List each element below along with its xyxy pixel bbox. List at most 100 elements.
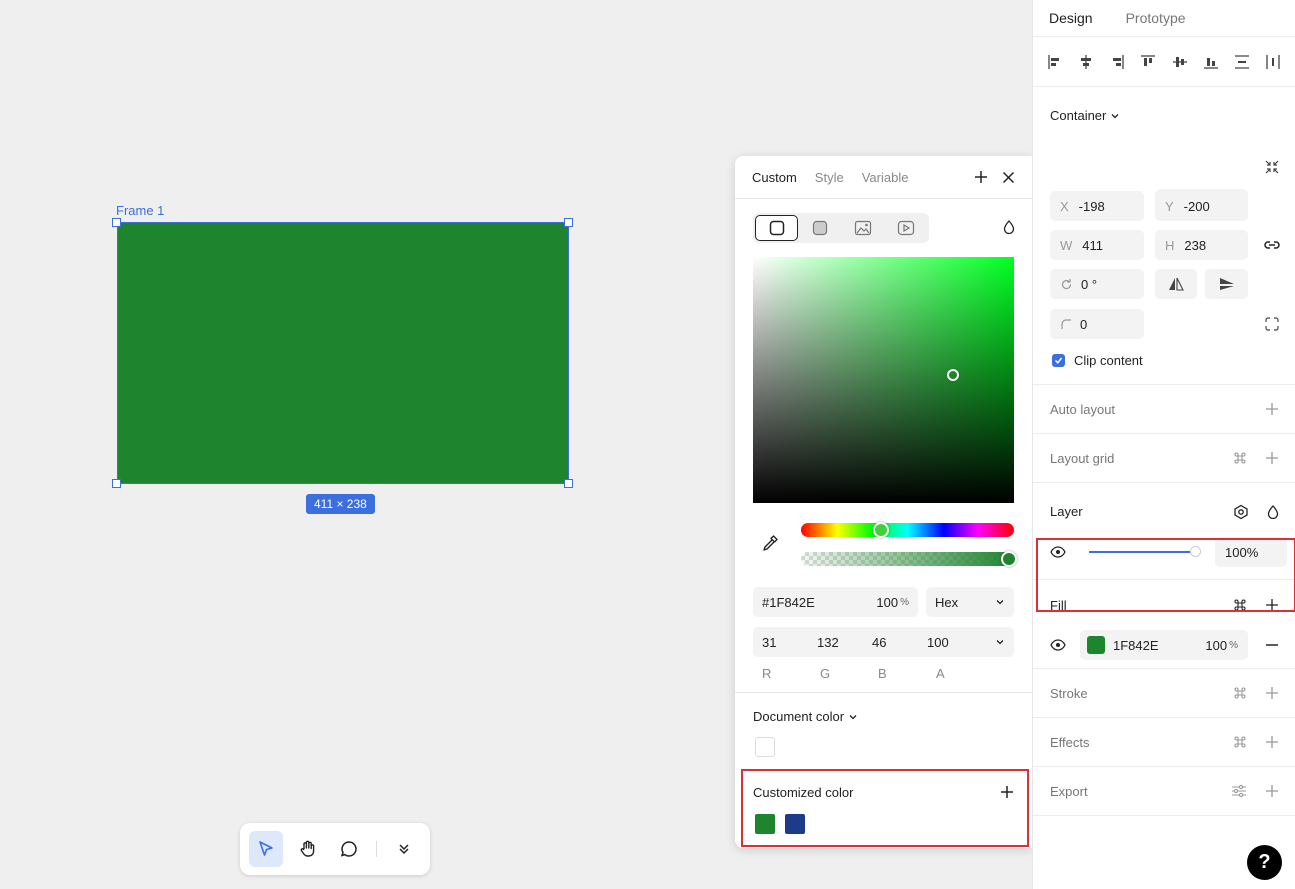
comment-tool-button[interactable] <box>333 831 367 867</box>
x-label: X <box>1060 198 1069 214</box>
alpha-slider-knob[interactable] <box>1001 551 1017 567</box>
fill-hex-value: 1F842E <box>1113 637 1159 653</box>
red-value[interactable]: 31 <box>762 635 817 650</box>
eyedropper-icon[interactable] <box>761 534 779 552</box>
stroke-title: Stroke <box>1050 686 1088 701</box>
corner-radius-input[interactable]: 0 <box>1050 309 1144 339</box>
tab-custom[interactable]: Custom <box>752 170 797 185</box>
resize-handle-bottom-left[interactable] <box>112 479 121 488</box>
align-top-icon[interactable] <box>1140 54 1156 70</box>
align-bottom-icon[interactable] <box>1203 54 1219 70</box>
command-icon[interactable] <box>1233 735 1247 749</box>
plus-icon[interactable] <box>1265 451 1279 465</box>
height-input[interactable]: H 238 <box>1155 230 1248 260</box>
container-label: Container <box>1050 108 1107 123</box>
blend-mode-icon[interactable] <box>1233 504 1249 520</box>
resize-handle-bottom-right[interactable] <box>564 479 573 488</box>
plus-icon[interactable] <box>1265 402 1279 416</box>
command-icon[interactable] <box>1233 686 1247 700</box>
command-icon[interactable] <box>1233 451 1247 465</box>
align-horizontal-center-icon[interactable] <box>1078 54 1094 70</box>
drop-icon[interactable] <box>1267 505 1279 519</box>
document-color-swatch[interactable] <box>755 737 775 757</box>
shrink-icon[interactable] <box>1265 160 1279 174</box>
sliders-icon[interactable] <box>1231 784 1247 798</box>
image-fill-button[interactable] <box>841 215 884 241</box>
align-vertical-center-icon[interactable] <box>1172 54 1188 70</box>
gradient-fill-button[interactable] <box>798 215 841 241</box>
saturation-value-area[interactable] <box>753 257 1014 503</box>
hex-value: #1F842E <box>762 594 815 610</box>
distribute-horizontal-icon[interactable] <box>1265 54 1281 70</box>
hand-tool-button[interactable] <box>291 831 325 867</box>
blend-mode-drop-icon[interactable] <box>1003 220 1015 234</box>
saturation-value-knob[interactable] <box>947 369 959 381</box>
video-fill-button[interactable] <box>884 215 927 241</box>
solid-fill-button[interactable] <box>755 215 798 241</box>
color-picker-popup: Custom Style Variable #1F842E 100 % Hex … <box>735 156 1032 848</box>
link-icon[interactable] <box>1263 238 1281 252</box>
effects-section: Effects <box>1033 718 1295 767</box>
help-button[interactable]: ? <box>1247 845 1282 880</box>
align-left-icon[interactable] <box>1047 54 1063 70</box>
layout-grid-title: Layout grid <box>1050 451 1115 466</box>
move-tool-button[interactable] <box>249 831 283 867</box>
hue-slider[interactable] <box>801 523 1014 537</box>
plus-icon[interactable] <box>1000 785 1014 799</box>
frame-1[interactable] <box>117 222 569 484</box>
clip-content-checkbox[interactable]: Clip content <box>1052 353 1143 368</box>
plus-icon[interactable] <box>1265 784 1279 798</box>
width-input[interactable]: W 411 <box>1050 230 1144 260</box>
eye-icon[interactable] <box>1050 639 1066 651</box>
percent-symbol: % <box>1229 639 1238 651</box>
fill-color-input[interactable]: 1F842E 100 % <box>1080 630 1248 660</box>
x-input[interactable]: X -198 <box>1050 191 1144 221</box>
align-right-icon[interactable] <box>1109 54 1125 70</box>
hue-slider-knob[interactable] <box>873 522 889 538</box>
alpha-slider[interactable] <box>801 552 1014 566</box>
green-value[interactable]: 132 <box>817 635 872 650</box>
container-type-dropdown[interactable]: Container <box>1050 108 1120 123</box>
rgba-labels: R G B A <box>762 666 994 681</box>
color-mode-select[interactable]: Hex <box>926 587 1014 617</box>
y-value: -200 <box>1183 198 1210 214</box>
document-color-dropdown[interactable]: Document color <box>753 709 858 724</box>
hex-input[interactable]: #1F842E 100 % <box>753 587 918 617</box>
resize-handle-top-right[interactable] <box>564 218 573 227</box>
checkbox-checked[interactable] <box>1052 354 1065 367</box>
plus-icon[interactable] <box>974 170 988 184</box>
chevron-down-icon[interactable] <box>995 637 1005 647</box>
tab-variable[interactable]: Variable <box>862 170 909 185</box>
independent-corners-icon[interactable] <box>1265 317 1279 331</box>
y-input[interactable]: Y -200 <box>1155 191 1248 221</box>
alpha-value[interactable]: 100 <box>927 635 982 650</box>
flip-vertical-icon <box>1219 278 1234 290</box>
flip-horizontal-button[interactable] <box>1155 269 1197 299</box>
bottom-toolbar <box>240 823 430 875</box>
label-r: R <box>762 666 772 681</box>
blue-value[interactable]: 46 <box>872 635 927 650</box>
tab-prototype[interactable]: Prototype <box>1126 10 1186 26</box>
more-tools-button[interactable] <box>387 831 421 867</box>
chevrons-down-icon <box>399 844 409 855</box>
tab-design[interactable]: Design <box>1049 10 1093 26</box>
alignment-row <box>1033 37 1295 87</box>
plus-icon[interactable] <box>1265 735 1279 749</box>
flip-vertical-button[interactable] <box>1205 269 1248 299</box>
resize-handle-top-left[interactable] <box>112 218 121 227</box>
y-label: Y <box>1165 198 1174 214</box>
rotation-input[interactable]: 0 ° <box>1050 269 1144 299</box>
frame-label[interactable]: Frame 1 <box>116 203 164 218</box>
custom-swatch-blue[interactable] <box>785 814 805 834</box>
distribute-vertical-icon[interactable] <box>1234 54 1250 70</box>
close-icon[interactable] <box>1002 171 1015 184</box>
check-icon <box>1054 357 1063 364</box>
opacity-value: 100 <box>876 594 899 610</box>
rgba-inputs[interactable]: 31 132 46 100 <box>753 627 1014 657</box>
fill-swatch[interactable] <box>1087 636 1105 654</box>
solid-square-icon <box>769 220 784 236</box>
plus-icon[interactable] <box>1265 686 1279 700</box>
custom-swatch-green[interactable] <box>755 814 775 834</box>
minus-icon[interactable] <box>1265 638 1279 652</box>
tab-style[interactable]: Style <box>815 170 844 185</box>
